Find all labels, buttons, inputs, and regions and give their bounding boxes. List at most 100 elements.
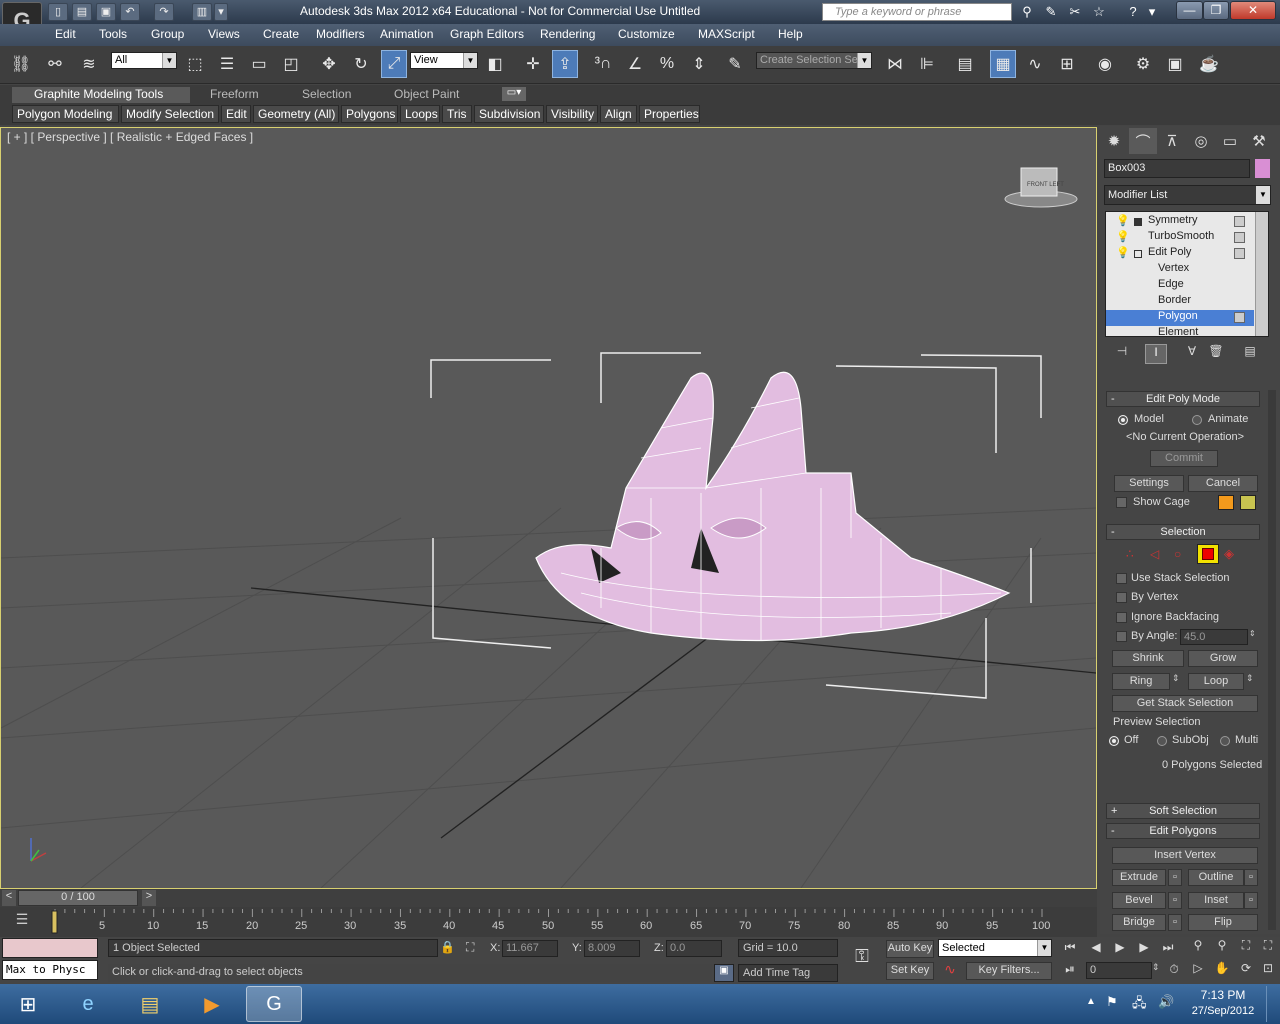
use-stack-selection-checkbox[interactable] xyxy=(1116,573,1127,584)
modifier-list-dropdown[interactable]: Modifier List xyxy=(1104,185,1271,205)
panel-subdivision[interactable]: Subdivision xyxy=(474,105,544,123)
edit-named-selection-icon[interactable]: ✎ xyxy=(722,50,748,78)
frame-spinner-icon[interactable]: ⇕ xyxy=(1152,962,1162,979)
time-slider-next-button[interactable]: > xyxy=(142,890,156,906)
selection-filter-dropdown[interactable]: All ▼ xyxy=(111,52,177,69)
stack-item-symmetry[interactable]: 💡 Symmetry xyxy=(1106,214,1254,230)
panel-edit[interactable]: Edit xyxy=(221,105,251,123)
previous-frame-icon[interactable]: ◀ xyxy=(1086,940,1106,956)
align-icon[interactable]: ⊫ xyxy=(914,50,940,78)
transform-type-in-icon[interactable]: ⛶ xyxy=(466,940,482,956)
zoom-extents-icon[interactable]: ⛶ xyxy=(1236,938,1256,958)
field-of-view-icon[interactable]: ▷ xyxy=(1188,961,1208,981)
menu-edit[interactable]: Edit xyxy=(55,27,76,41)
new-file-icon[interactable]: ▯ xyxy=(48,3,68,21)
binoculars-icon[interactable]: ⚲ xyxy=(1016,3,1038,21)
ring-button[interactable]: Ring xyxy=(1112,673,1170,690)
pin-stack-icon[interactable]: ⊣ xyxy=(1112,344,1132,362)
lightbulb-icon[interactable]: 💡 xyxy=(1116,214,1130,227)
clock-time[interactable]: 7:13 PM xyxy=(1190,988,1256,1002)
menu-modifiers[interactable]: Modifiers xyxy=(316,27,365,41)
collapse-icon[interactable] xyxy=(1134,250,1142,258)
inset-settings-icon[interactable]: ▫ xyxy=(1244,892,1258,909)
open-mini-curve-editor-icon[interactable]: ☰ xyxy=(10,911,34,933)
panel-loops[interactable]: Loops xyxy=(400,105,440,123)
save-file-icon[interactable]: ▣ xyxy=(96,3,116,21)
box003-mesh[interactable] xyxy=(535,371,1011,642)
key-mode-toggle-icon[interactable]: ⏯ xyxy=(1060,962,1080,978)
undo-icon[interactable]: ↶ xyxy=(120,3,140,21)
file-explorer-icon[interactable]: ▤ xyxy=(122,986,178,1022)
menu-animation[interactable]: Animation xyxy=(380,27,433,41)
keyboard-shortcut-override-icon[interactable]: ⇪ xyxy=(552,50,578,78)
chevron-down-icon[interactable]: ▼ xyxy=(1256,186,1270,204)
auto-key-button[interactable]: Auto Key xyxy=(886,940,934,958)
z-coord-input[interactable]: 0.0 xyxy=(666,940,722,957)
lightbulb-icon[interactable]: 💡 xyxy=(1116,246,1130,259)
play-icon[interactable]: ▶ xyxy=(1110,940,1130,956)
network-icon[interactable]: 🖧 xyxy=(1132,994,1147,1016)
clock-date[interactable]: 27/Sep/2012 xyxy=(1186,1005,1260,1017)
vertex-subobject-icon[interactable]: ∴ xyxy=(1126,547,1134,561)
polygon-subobject-icon[interactable] xyxy=(1197,544,1219,564)
loop-spinner-icon[interactable]: ⇕ xyxy=(1246,673,1258,690)
zoom-icon[interactable]: ⚲ xyxy=(1188,938,1208,958)
maxscript-listener-pink[interactable] xyxy=(2,938,98,958)
utilities-tab-icon[interactable]: ⚒ xyxy=(1245,128,1273,154)
object-color-swatch[interactable] xyxy=(1255,159,1270,178)
reference-coordinate-dropdown[interactable]: View ▼ xyxy=(410,52,478,69)
preview-subobj-radio[interactable] xyxy=(1157,736,1167,746)
commit-button[interactable]: Commit xyxy=(1150,450,1218,467)
time-configuration-icon[interactable]: ⏱ xyxy=(1164,962,1184,978)
set-keys-icon[interactable]: ∿ xyxy=(938,961,962,981)
object-name-field[interactable]: Box003 xyxy=(1104,159,1250,178)
ignore-backfacing-checkbox[interactable] xyxy=(1116,612,1127,623)
by-vertex-checkbox[interactable] xyxy=(1116,592,1127,603)
flip-button[interactable]: Flip xyxy=(1188,914,1258,931)
ring-spinner-icon[interactable]: ⇕ xyxy=(1172,673,1184,690)
next-frame-icon[interactable]: ▶ xyxy=(1134,940,1154,956)
grow-button[interactable]: Grow xyxy=(1188,650,1258,667)
pan-view-icon[interactable]: ✋ xyxy=(1212,961,1232,981)
stack-toggle-icon[interactable] xyxy=(1234,216,1245,227)
cage-color-swatch[interactable] xyxy=(1218,495,1234,510)
perspective-viewport[interactable]: FRONT LEFT xyxy=(0,127,1097,889)
stack-item-edit-poly[interactable]: 💡 Edit Poly xyxy=(1106,246,1254,262)
panel-properties[interactable]: Properties xyxy=(639,105,700,123)
start-button-icon[interactable]: ⊞ xyxy=(2,986,54,1022)
lightbulb-icon[interactable]: 💡 xyxy=(1116,230,1130,243)
modify-tab-icon[interactable]: ⌒ xyxy=(1129,128,1157,154)
time-slider-thumb[interactable]: 0 / 100 xyxy=(18,890,138,906)
maximize-viewport-icon[interactable]: ⊡ xyxy=(1258,961,1278,981)
motion-tab-icon[interactable]: ◎ xyxy=(1187,128,1215,154)
show-desktop-button[interactable] xyxy=(1266,986,1278,1022)
show-end-result-icon[interactable]: I xyxy=(1145,344,1167,364)
menu-maxscript[interactable]: MAXScript xyxy=(698,27,755,41)
menu-graph-editors[interactable]: Graph Editors xyxy=(450,27,524,41)
search-input[interactable]: Type a keyword or phrase xyxy=(822,3,1012,21)
set-key-mode-key-icon[interactable]: ⚿ xyxy=(844,946,880,976)
tab-graphite-modeling-tools[interactable]: Graphite Modeling Tools xyxy=(12,87,190,103)
y-coord-input[interactable]: 8.009 xyxy=(584,940,640,957)
stack-item-polygon[interactable]: Polygon xyxy=(1106,310,1254,326)
mirror-icon[interactable]: ⋈ xyxy=(882,50,908,78)
internet-explorer-icon[interactable]: e xyxy=(60,986,116,1022)
media-player-icon[interactable]: ▶ xyxy=(184,986,240,1022)
bridge-settings-icon[interactable]: ▫ xyxy=(1168,914,1182,931)
time-slider[interactable] xyxy=(0,889,1097,907)
loop-button[interactable]: Loop xyxy=(1188,673,1244,690)
command-panel-scrollbar[interactable] xyxy=(1268,390,1276,930)
current-frame-input[interactable]: 0 xyxy=(1086,962,1152,979)
lock-selection-icon[interactable]: 🔒 xyxy=(440,940,456,956)
curve-editor-icon[interactable]: ∿ xyxy=(1022,50,1048,78)
stack-toggle-icon[interactable] xyxy=(1234,312,1245,323)
time-tag-icon[interactable]: ▣ xyxy=(714,964,734,982)
show-hidden-icons-icon[interactable]: ▲ xyxy=(1086,996,1096,1007)
window-crossing-icon[interactable]: ◰ xyxy=(278,50,304,78)
expand-icon[interactable] xyxy=(1134,218,1142,226)
panel-align[interactable]: Align xyxy=(600,105,637,123)
rollout-edit-polygons[interactable]: - Edit Polygons xyxy=(1106,823,1260,839)
stack-toggle-icon[interactable] xyxy=(1234,232,1245,243)
outline-button[interactable]: Outline xyxy=(1188,869,1244,886)
remove-modifier-icon[interactable]: 🗑 xyxy=(1206,344,1226,362)
